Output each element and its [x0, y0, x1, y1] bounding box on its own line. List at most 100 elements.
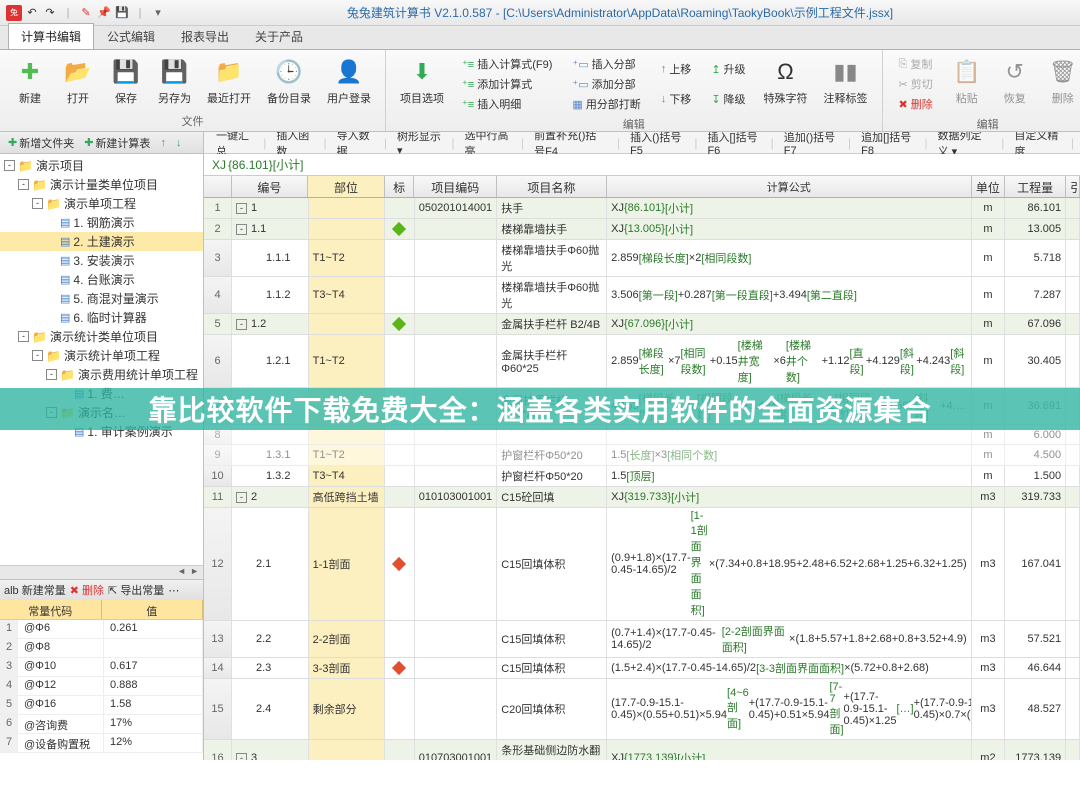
- cell-mark[interactable]: [385, 219, 415, 239]
- export-const-button[interactable]: ⇱ 导出常量: [108, 582, 164, 598]
- tab-about[interactable]: 关于产品: [242, 23, 316, 49]
- cell-formula[interactable]: 3.506[第一段]+0.287[第一段直段]+3.494[第二直段]: [607, 277, 972, 313]
- upgrade-button[interactable]: ↥升级: [707, 59, 749, 79]
- constant-row[interactable]: 7@设备购置税12%: [0, 734, 203, 753]
- cell-qty[interactable]: 1.500: [1005, 466, 1066, 486]
- cell-code[interactable]: [415, 621, 497, 657]
- tree-scroll-right-icon[interactable]: ►: [190, 566, 199, 579]
- downgrade-button[interactable]: ↧降级: [707, 89, 749, 109]
- cell-code[interactable]: [415, 335, 497, 387]
- cell-num[interactable]: -2: [232, 487, 309, 507]
- cell-mark[interactable]: [385, 198, 415, 218]
- cell-unit[interactable]: m: [972, 219, 1005, 239]
- insert-detail-button[interactable]: ⁺≡插入明细: [458, 94, 556, 114]
- cell-ext[interactable]: [1066, 658, 1080, 678]
- cell-code[interactable]: [415, 658, 497, 678]
- constant-row[interactable]: 5@Φ161.58: [0, 696, 203, 715]
- tree-item[interactable]: -📁演示项目: [0, 156, 203, 175]
- cell-ext[interactable]: [1066, 508, 1080, 620]
- cell-qty[interactable]: 67.096: [1005, 314, 1066, 334]
- cell-code[interactable]: [415, 240, 497, 276]
- new-folder-button[interactable]: ✚新增文件夹: [4, 134, 78, 152]
- cell-qty[interactable]: 5.718: [1005, 240, 1066, 276]
- cell-code[interactable]: [415, 314, 497, 334]
- cell-num[interactable]: 1.2.1: [232, 335, 309, 387]
- new-button[interactable]: ✚新建: [8, 54, 52, 111]
- cell-code[interactable]: [415, 445, 497, 465]
- cell-mark[interactable]: [385, 277, 415, 313]
- cell-num[interactable]: -1.1: [232, 219, 309, 239]
- cell-name[interactable]: 楼梯靠墙扶手Φ60抛光: [497, 277, 607, 313]
- row-expand-icon[interactable]: -: [236, 319, 247, 330]
- marker-icon[interactable]: ✎: [78, 5, 94, 21]
- cell-ext[interactable]: [1066, 621, 1080, 657]
- cell-formula[interactable]: (0.7+1.4)×(17.7-0.45-14.65)/2[2-2剖面界面面积]…: [607, 621, 972, 657]
- cell-mark[interactable]: [385, 740, 415, 760]
- tree-item[interactable]: -📁演示统计类单位项目: [0, 327, 203, 346]
- cell-part[interactable]: T1~T2: [309, 445, 386, 465]
- row-expand-icon[interactable]: -: [236, 203, 247, 214]
- cell-mark[interactable]: [385, 487, 415, 507]
- tree-item[interactable]: ▤5. 商混对量演示: [0, 289, 203, 308]
- cell-ext[interactable]: [1066, 445, 1080, 465]
- tab-report-export[interactable]: 报表导出: [168, 23, 242, 49]
- qat-dropdown-icon[interactable]: ▾: [150, 5, 166, 21]
- cell-name[interactable]: 楼梯靠墙扶手Φ60抛光: [497, 240, 607, 276]
- paste-button[interactable]: 📋粘贴: [945, 54, 989, 114]
- cell-formula[interactable]: (17.7-0.9-15.1-0.45)×(0.55+0.51)×5.94[4~…: [607, 679, 972, 739]
- restore-button[interactable]: ↺恢复: [993, 54, 1037, 114]
- row-expand-icon[interactable]: -: [236, 224, 247, 235]
- cell-ext[interactable]: [1066, 240, 1080, 276]
- cut-button[interactable]: ✂剪切: [895, 74, 937, 94]
- grid-header-part[interactable]: 部位: [308, 176, 385, 197]
- cell-formula[interactable]: XJ{1773.139}[小计]: [607, 740, 972, 760]
- cell-unit[interactable]: m: [972, 277, 1005, 313]
- move-up-icon[interactable]: ↑: [156, 136, 170, 150]
- cell-num[interactable]: 1.3.1: [232, 445, 309, 465]
- cell-part[interactable]: 剩余部分: [309, 679, 386, 739]
- cell-name[interactable]: C20回填体积: [497, 679, 607, 739]
- cell-part[interactable]: 高低跨挡土墙: [309, 487, 386, 507]
- open-button[interactable]: 📂打开: [56, 54, 100, 111]
- backup-button[interactable]: 🕒备份目录: [261, 54, 317, 111]
- cell-unit[interactable]: m: [972, 314, 1005, 334]
- cell-formula[interactable]: 2.859[梯段长度]×7[相同段数]+0.15[楼梯井宽度]×6[楼梯井个数]…: [607, 335, 972, 387]
- cell-mark[interactable]: [385, 314, 415, 334]
- cell-mark[interactable]: [385, 658, 415, 678]
- pin-icon[interactable]: 📌: [96, 5, 112, 21]
- cell-mark[interactable]: [385, 445, 415, 465]
- cell-part[interactable]: [309, 198, 386, 218]
- cell-qty[interactable]: 57.521: [1005, 621, 1066, 657]
- cell-ext[interactable]: [1066, 740, 1080, 760]
- special-char-button[interactable]: Ω特殊字符: [758, 54, 814, 114]
- add-part-button[interactable]: ⁺▭添加分部: [568, 74, 644, 94]
- redo-icon[interactable]: ↷: [42, 5, 58, 21]
- grid-row[interactable]: 31.1.1T1~T2楼梯靠墙扶手Φ60抛光2.859[梯段长度]×2[相同段数…: [204, 240, 1080, 277]
- cell-name[interactable]: 楼梯靠墙扶手: [497, 219, 607, 239]
- cell-formula[interactable]: (0.9+1.8)×(17.7-0.45-14.65)/2[1-1剖面界面面积]…: [607, 508, 972, 620]
- cell-part[interactable]: [309, 219, 386, 239]
- cell-mark[interactable]: [385, 240, 415, 276]
- cell-name[interactable]: C15回填体积: [497, 508, 607, 620]
- cell-code[interactable]: 010703001001: [415, 740, 497, 760]
- cell-formula[interactable]: XJ{13.005}[小计]: [607, 219, 972, 239]
- cell-qty[interactable]: 7.287: [1005, 277, 1066, 313]
- cell-mark[interactable]: [385, 466, 415, 486]
- cell-qty[interactable]: 13.005: [1005, 219, 1066, 239]
- cell-mark[interactable]: [385, 679, 415, 739]
- add-calc-button[interactable]: ⁺≡添加计算式: [458, 74, 556, 94]
- cell-formula[interactable]: XJ{319.733}[小计]: [607, 487, 972, 507]
- tree-item[interactable]: -📁演示单项工程: [0, 194, 203, 213]
- tree-item[interactable]: -📁演示计量类单位项目: [0, 175, 203, 194]
- grid-row[interactable]: 5-1.2金属扶手栏杆 B2/4BXJ{67.096}[小计]m67.096: [204, 314, 1080, 335]
- cell-part[interactable]: T1~T2: [309, 335, 386, 387]
- cell-mark[interactable]: [385, 621, 415, 657]
- cell-ext[interactable]: [1066, 679, 1080, 739]
- grid-row[interactable]: 41.1.2T3~T4楼梯靠墙扶手Φ60抛光3.506[第一段]+0.287[第…: [204, 277, 1080, 314]
- cell-qty[interactable]: 167.041: [1005, 508, 1066, 620]
- cell-part[interactable]: [309, 314, 386, 334]
- cell-unit[interactable]: m3: [972, 508, 1005, 620]
- const-more-icon[interactable]: ⋯: [168, 584, 179, 597]
- tree-item[interactable]: -📁演示费用统计单项工程: [0, 365, 203, 384]
- cell-unit[interactable]: m: [972, 198, 1005, 218]
